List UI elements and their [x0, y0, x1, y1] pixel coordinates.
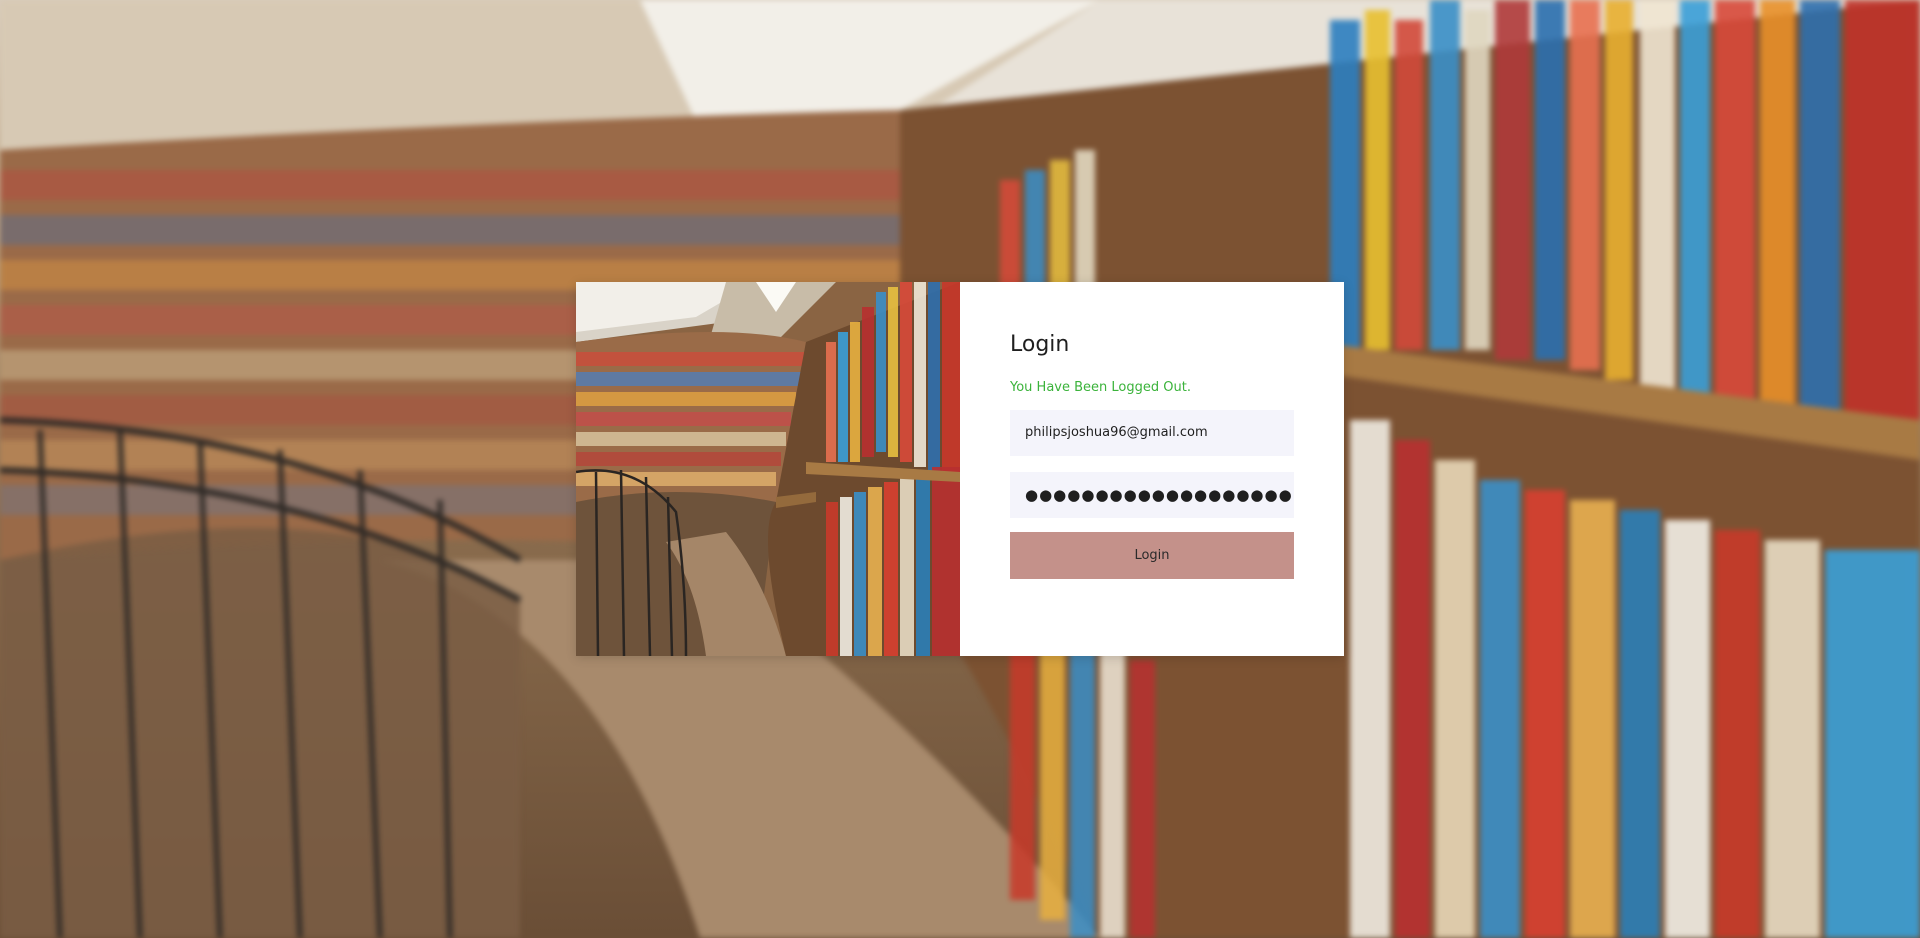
login-button[interactable]: Login: [1010, 531, 1294, 579]
login-form: Login You Have Been Logged Out. philipsj…: [960, 282, 1344, 656]
login-card: Login You Have Been Logged Out. philipsj…: [576, 282, 1344, 656]
logout-message: You Have Been Logged Out.: [1010, 380, 1191, 396]
password-field[interactable]: ●●●●●●●●●●●●●●●●●●●: [1010, 471, 1294, 518]
library-photo: [576, 282, 960, 656]
login-title: Login: [1010, 332, 1070, 357]
email-field[interactable]: philipsjoshua96@gmail.com: [1010, 409, 1294, 456]
